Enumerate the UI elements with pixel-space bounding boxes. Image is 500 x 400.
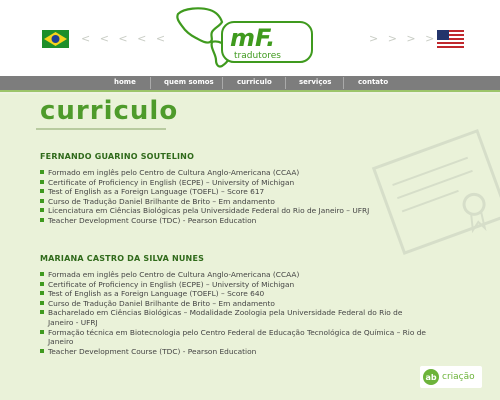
title-underline xyxy=(36,128,166,130)
bullet-icon xyxy=(40,208,44,213)
bullet-icon xyxy=(40,310,44,315)
brazil-flag-icon[interactable] xyxy=(42,30,69,48)
list-item: Teacher Development Course (TDC) - Pears… xyxy=(40,216,430,226)
credits-badge[interactable]: ab criação xyxy=(420,366,482,388)
nav-separator xyxy=(285,77,286,89)
list-item: Certificate of Proficiency in English (E… xyxy=(40,280,430,290)
usa-flag-icon[interactable] xyxy=(437,30,464,48)
list-item: Curso de Tradução Daniel Brilhante de Br… xyxy=(40,197,430,207)
nav-separator xyxy=(222,77,223,89)
list-item: Formado em inglês pelo Centro de Cultura… xyxy=(40,168,430,178)
credits-text: criação xyxy=(442,372,475,382)
list-item: Licenciatura em Ciências Biológicas pela… xyxy=(40,206,430,216)
bullet-icon xyxy=(40,217,44,222)
nav-contato[interactable]: contato xyxy=(358,78,388,86)
bullet-icon xyxy=(40,348,44,353)
nav-curriculo[interactable]: curriculo xyxy=(237,78,272,86)
list-item: Curso de Tradução Daniel Brilhante de Br… xyxy=(40,299,430,309)
nav-home[interactable]: home xyxy=(114,78,136,86)
logo-mark-text: mF. xyxy=(230,24,275,52)
page-title: curriculo xyxy=(40,96,179,126)
bullet-icon xyxy=(40,189,44,194)
nav-quem-somos[interactable]: quem somos xyxy=(164,78,214,86)
list-item: Formada em inglês pelo Centro de Cultura… xyxy=(40,270,430,280)
bullet-icon xyxy=(40,272,44,276)
person-name: MARIANA CASTRO DA SILVA NUNES xyxy=(40,254,205,263)
site-header: < < < < < mF. tradutores > > > > > xyxy=(0,0,500,76)
list-item: Test of English as a Foreign Language (T… xyxy=(40,187,430,197)
list-item: Teacher Development Course (TDC) - Pears… xyxy=(40,347,430,357)
nav-servicos[interactable]: serviços xyxy=(299,78,331,86)
credits-logo-icon: ab xyxy=(423,369,439,385)
bullet-icon xyxy=(40,281,44,286)
nav-separator xyxy=(343,77,344,89)
list-item: Certificate of Proficiency in English (E… xyxy=(40,178,430,188)
list-item: Formação técnica em Biotecnologia pelo C… xyxy=(40,328,430,347)
bullet-icon xyxy=(40,170,44,174)
nav-separator xyxy=(150,77,151,89)
bullet-icon xyxy=(40,291,44,296)
person-name: FERNANDO GUARINO SOUTELINO xyxy=(40,152,195,161)
list-item: Test of English as a Foreign Language (T… xyxy=(40,289,430,299)
site-logo[interactable]: mF. tradutores xyxy=(170,4,315,70)
cv-list: Formado em inglês pelo Centro de Cultura… xyxy=(40,168,430,226)
main-nav: home quem somos curriculo serviços conta… xyxy=(0,76,500,92)
arrows-left-decoration: < < < < < xyxy=(81,32,169,45)
cv-list: Formada em inglês pelo Centro de Cultura… xyxy=(40,270,430,356)
bullet-icon xyxy=(40,329,44,334)
bullet-icon xyxy=(40,198,44,203)
logo-sub-text: tradutores xyxy=(234,51,281,61)
list-item: Bacharelado em Ciências Biológicas – Mod… xyxy=(40,308,430,327)
bullet-icon xyxy=(40,300,44,305)
bullet-icon xyxy=(40,179,44,184)
